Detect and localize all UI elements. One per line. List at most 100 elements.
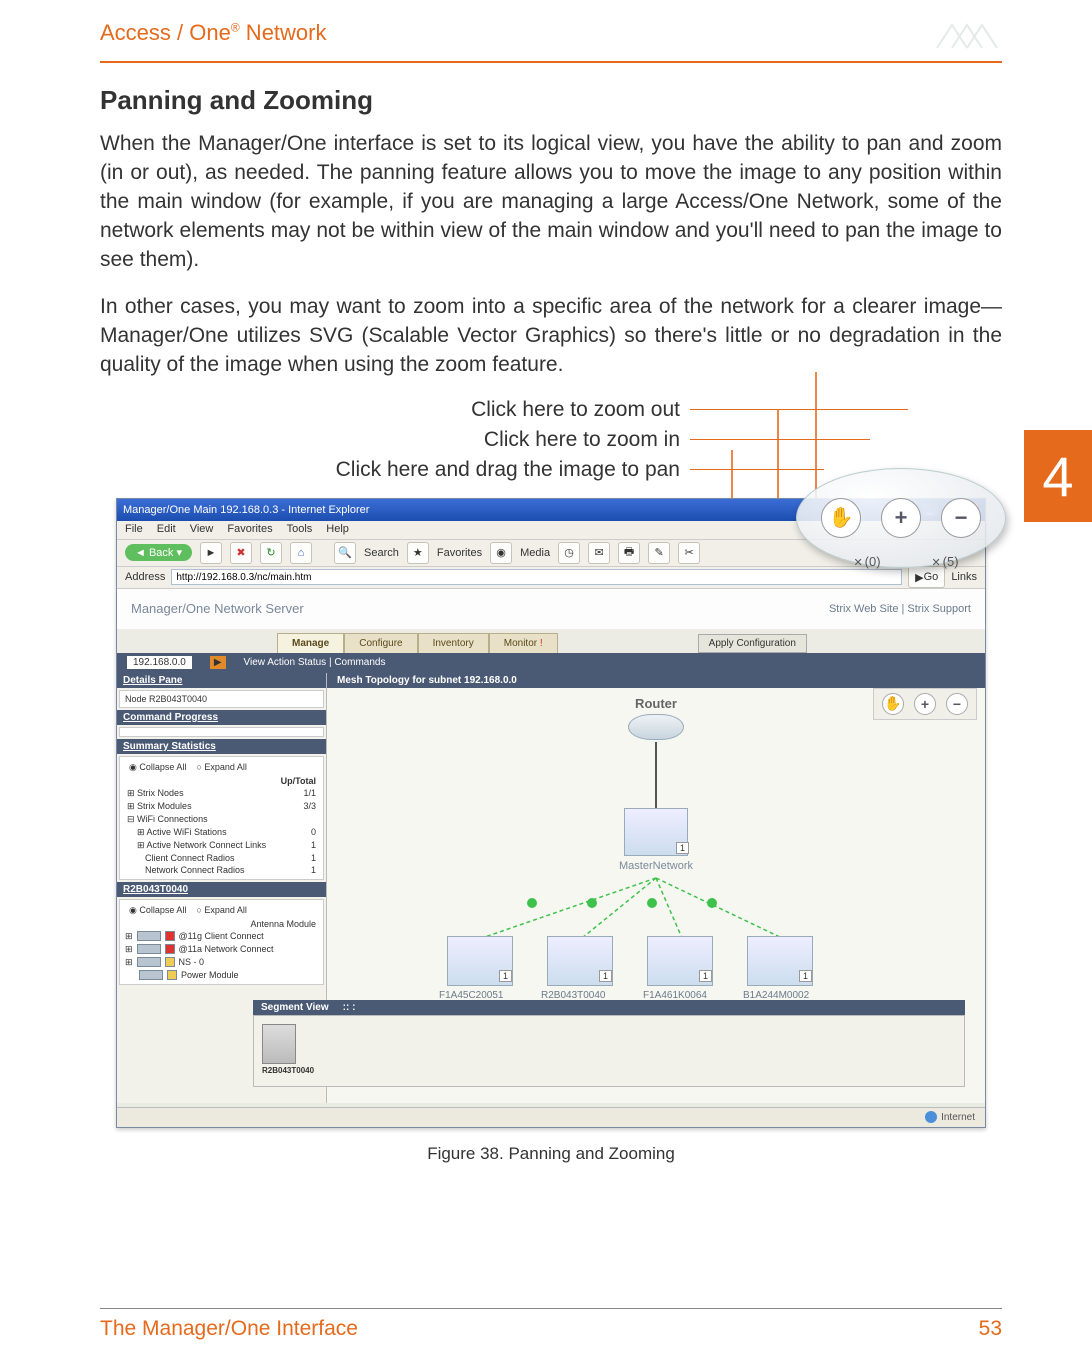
main-tabs: Manage Configure Inventory Monitor ! App…: [117, 629, 985, 653]
router-label: Router: [635, 696, 677, 711]
search-label[interactable]: Search: [364, 547, 399, 559]
menu-tools[interactable]: Tools: [287, 523, 313, 537]
antenna-header: Antenna Module: [125, 918, 318, 930]
tab-manage[interactable]: Manage: [277, 633, 344, 653]
refresh-button[interactable]: ↻: [260, 542, 282, 564]
media-icon[interactable]: ◉: [490, 542, 512, 564]
close-button[interactable]: ✕: [961, 502, 979, 517]
node-badge: 1: [799, 970, 812, 982]
annot-zoom-out: Click here to zoom out: [100, 398, 690, 422]
menu-edit[interactable]: Edit: [157, 523, 176, 537]
home-button[interactable]: ⌂: [290, 542, 312, 564]
media-label[interactable]: Media: [520, 547, 550, 559]
tab-monitor[interactable]: Monitor !: [489, 633, 558, 653]
mesh-header: Mesh Topology for subnet 192.168.0.0: [327, 673, 985, 688]
node-badge: 1: [499, 970, 512, 982]
internet-zone-icon: [925, 1111, 937, 1123]
app-header-links[interactable]: Strix Web Site | Strix Support: [829, 603, 971, 615]
router-icon[interactable]: [628, 714, 684, 740]
mail-icon[interactable]: ✉: [588, 542, 610, 564]
print-icon[interactable]: 🖶: [618, 542, 640, 564]
search-icon[interactable]: 🔍: [334, 542, 356, 564]
annot-pan: Click here and drag the image to pan: [100, 458, 690, 482]
collapse-all-radio[interactable]: ◉ Collapse All: [129, 762, 186, 773]
module-row: ⊞ @11g Client Connect: [125, 930, 318, 943]
extra-icon[interactable]: ✂: [678, 542, 700, 564]
forward-button[interactable]: ►: [200, 542, 222, 564]
stat-row: Network Connect Radios1: [125, 864, 318, 876]
segment-device-label: R2B043T0040: [262, 1066, 956, 1075]
module-row: ⊞ @11a Network Connect: [125, 943, 318, 956]
stat-row: ⊟ WiFi Connections: [125, 813, 318, 826]
node-id: Node R2B043T0040: [119, 690, 324, 708]
url-input[interactable]: [171, 569, 902, 585]
node-badge: 1: [599, 970, 612, 982]
zoom-in-icon[interactable]: +: [914, 693, 936, 715]
annot-zoom-in: Click here to zoom in: [100, 428, 690, 452]
history-icon[interactable]: ◷: [558, 542, 580, 564]
tab-configure[interactable]: Configure: [344, 633, 417, 653]
summary-stats-header: Summary Statistics: [117, 739, 326, 754]
pan-tool-icon[interactable]: ✋: [882, 693, 904, 715]
segment-device-icon[interactable]: [262, 1024, 296, 1064]
annotation-block: Click here to zoom out Click here to zoo…: [100, 398, 1002, 482]
footer-section: The Manager/One Interface: [100, 1317, 358, 1341]
stat-row: ⊞ Strix Modules3/3: [125, 800, 318, 813]
doc-header: Access / One® Network: [100, 20, 326, 46]
details-pane-header: Details Pane: [117, 673, 326, 688]
figure-caption: Figure 38. Panning and Zooming: [100, 1144, 1002, 1164]
menu-favorites[interactable]: Favorites: [227, 523, 272, 537]
tab-inventory[interactable]: Inventory: [418, 633, 489, 653]
master-badge: 1: [676, 842, 689, 854]
back-button[interactable]: ◄ Back ▾: [125, 544, 192, 561]
link-dot: [647, 898, 657, 908]
expand-all-radio-2[interactable]: ○ Expand All: [196, 905, 246, 916]
zoom-out-icon[interactable]: −: [946, 693, 968, 715]
address-label: Address: [125, 571, 165, 583]
master-network-label: MasterNetwork: [619, 860, 693, 872]
stat-row: ⊞ Strix Nodes1/1: [125, 787, 318, 800]
minimize-button[interactable]: _: [921, 502, 939, 517]
module-row: ⊞ NS - 0: [125, 956, 318, 969]
stop-button[interactable]: ✖: [230, 542, 252, 564]
browser-toolbar: ◄ Back ▾ ► ✖ ↻ ⌂ 🔍 Search ★ Favorites ◉ Med…: [117, 539, 985, 567]
apply-configuration-button[interactable]: Apply Configuration: [698, 634, 807, 653]
address-bar: Address ▶ Go Links: [117, 567, 985, 589]
menu-help[interactable]: Help: [326, 523, 349, 537]
subnet-arrow-icon[interactable]: ▶: [210, 656, 226, 669]
subnet-ip: 192.168.0.0: [127, 656, 192, 669]
sub-nav-links[interactable]: View Action Status | Commands: [244, 657, 386, 668]
segment-view-label: Segment View: [261, 1002, 329, 1013]
links-label[interactable]: Links: [951, 571, 977, 583]
go-button[interactable]: ▶ Go: [908, 566, 945, 588]
node-badge: 1: [699, 970, 712, 982]
edit-icon[interactable]: ✎: [648, 542, 670, 564]
screenshot: Manager/One Main 192.168.0.3 - Internet …: [116, 498, 986, 1128]
paragraph-1: When the Manager/One interface is set to…: [100, 130, 1002, 275]
menu-file[interactable]: File: [125, 523, 143, 537]
collapse-all-radio-2[interactable]: ◉ Collapse All: [129, 905, 186, 916]
segment-dots[interactable]: :: :: [343, 1002, 356, 1013]
menu-bar[interactable]: File Edit View Favorites Tools Help: [117, 521, 985, 539]
window-title-bar: Manager/One Main 192.168.0.3 - Internet …: [117, 499, 985, 521]
link-dot: [707, 898, 717, 908]
link-dot: [587, 898, 597, 908]
footer-rule: [100, 1308, 1002, 1309]
module-row: Power Module: [125, 969, 318, 981]
internet-zone-label: Internet: [941, 1112, 975, 1123]
expand-all-radio[interactable]: ○ Expand All: [196, 762, 246, 773]
menu-view[interactable]: View: [190, 523, 214, 537]
favorites-label[interactable]: Favorites: [437, 547, 482, 559]
paragraph-2: In other cases, you may want to zoom int…: [100, 293, 1002, 380]
stat-row: ⊞ Active Network Connect Links1: [125, 839, 318, 852]
link-dot: [527, 898, 537, 908]
chapter-tab: 4: [1024, 430, 1092, 522]
maximize-button[interactable]: ▢: [941, 502, 959, 517]
header-rule: [100, 61, 1002, 63]
brand-mark: [932, 20, 1002, 55]
segment-view: Segment View:: : R2B043T0040: [253, 1000, 965, 1087]
stat-row: ⊞ Active WiFi Stations0: [125, 826, 318, 839]
favorites-icon[interactable]: ★: [407, 542, 429, 564]
command-progress-header: Command Progress: [117, 710, 326, 725]
window-title: Manager/One Main 192.168.0.3 - Internet …: [123, 504, 369, 516]
